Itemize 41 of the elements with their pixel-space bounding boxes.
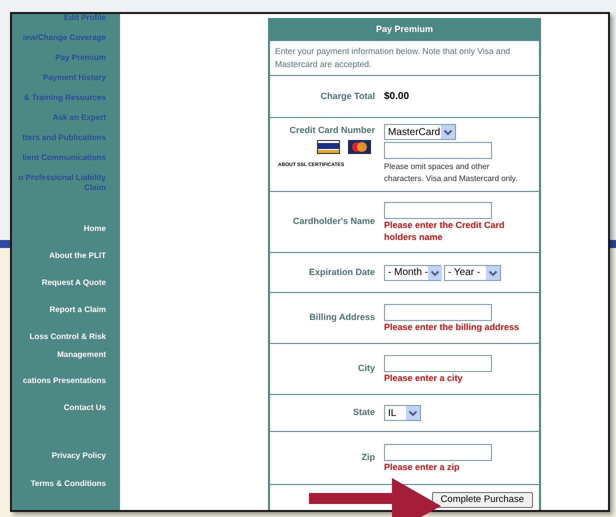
field-label: Zip	[360, 451, 376, 464]
form-instructions: Enter your payment information below. Note that only Visa and Mastercard are accepted.	[274, 45, 512, 71]
nav-link[interactable]: Report a Claim	[50, 300, 106, 327]
field-label: Billing Address	[308, 311, 376, 324]
nav-link[interactable]: Home	[84, 219, 106, 246]
card-number-hint: Please omit spaces and other characters. Visa and Mastercard only.	[384, 161, 519, 185]
dropdown-caret-icon	[486, 266, 500, 280]
text-field[interactable]	[384, 202, 492, 218]
field-label: Expiration Date	[308, 266, 376, 279]
field-label: Charge Total	[320, 90, 376, 103]
form-title: Pay Premium	[270, 18, 539, 41]
complete-purchase-button[interactable]: Complete Purchase	[432, 492, 533, 508]
dropdown-caret-icon	[441, 125, 455, 139]
text-field[interactable]	[384, 304, 492, 320]
field-label: Credit Card Number	[289, 124, 375, 137]
nav-link[interactable]: Request A Quote	[42, 273, 106, 300]
text-field[interactable]	[384, 354, 492, 372]
footer-link[interactable]: Privacy Policy	[52, 447, 106, 475]
dropdown-caret-icon	[428, 266, 442, 280]
field-label: City	[356, 362, 376, 376]
charge-total-value: $0.00	[384, 90, 410, 104]
nav-link[interactable]: cations Presentations	[22, 371, 106, 398]
error-message: Please enter the Credit Card holders name	[384, 218, 506, 242]
credit-card-icon	[317, 140, 340, 154]
text-field[interactable]	[384, 444, 492, 460]
error-message: Please enter a city	[384, 372, 464, 384]
error-message: Please enter the billing address	[384, 320, 520, 332]
error-message: Please enter a zip	[384, 460, 461, 472]
field-label: Cardholder's Name	[292, 215, 376, 228]
dropdown-field[interactable]: MasterCard	[384, 124, 456, 140]
dropdown-field[interactable]: - Month -	[384, 264, 441, 280]
field-label: State	[352, 406, 376, 420]
credit-card-icon	[348, 140, 371, 154]
nav-link[interactable]: Loss Control & Risk Management	[26, 327, 106, 365]
nav-link[interactable]: Contact Us	[64, 398, 106, 425]
nav-link[interactable]: About the PLIT	[49, 246, 106, 273]
dropdown-field[interactable]: IL	[384, 405, 421, 421]
dropdown-caret-icon	[406, 406, 420, 420]
footer-link[interactable]: Terms & Conditions	[30, 475, 106, 503]
text-field[interactable]	[384, 142, 492, 159]
dropdown-field[interactable]: - Year -	[444, 264, 501, 280]
